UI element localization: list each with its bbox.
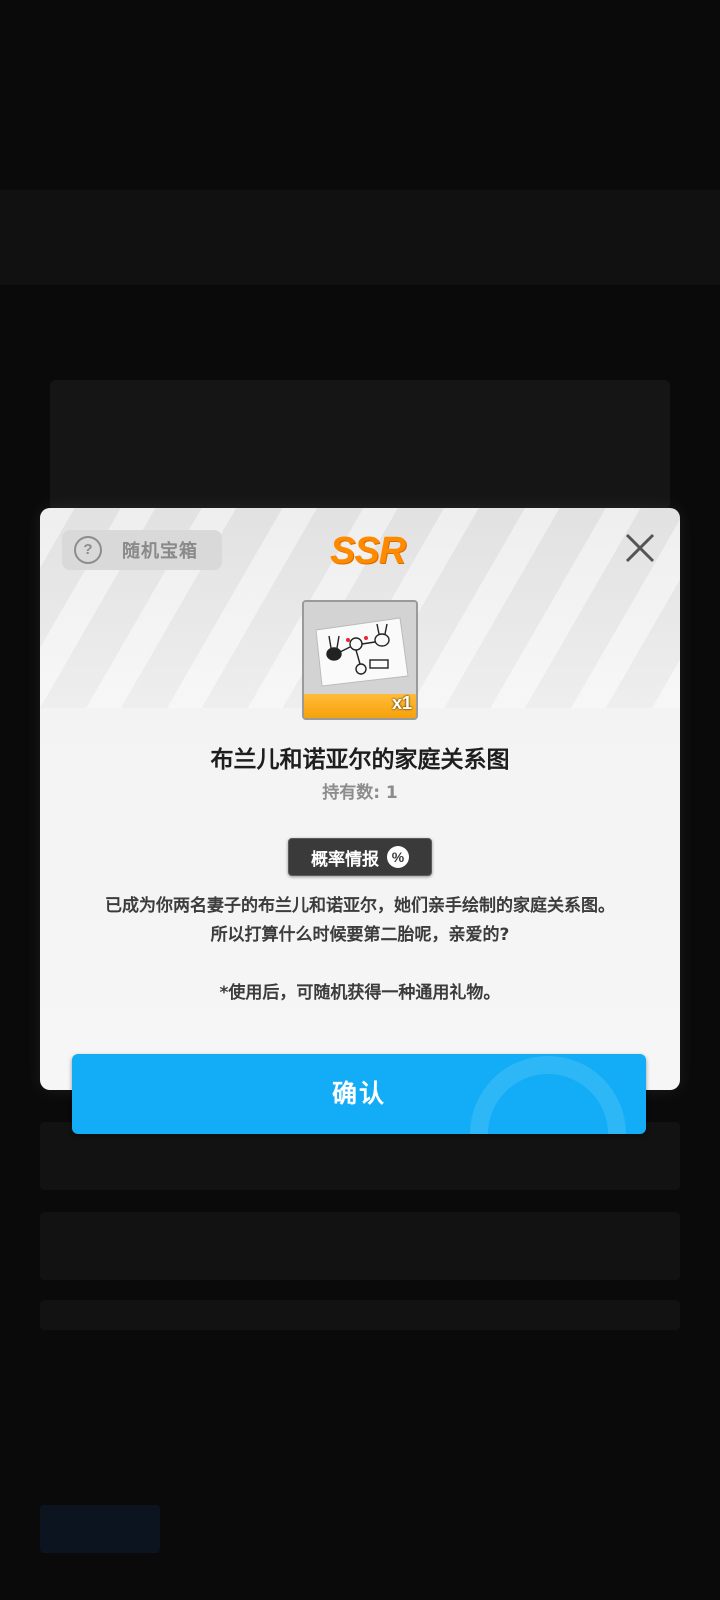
rarity-label: SSR — [330, 530, 406, 572]
background-top-bar — [0, 190, 720, 285]
owned-count: 持有数: 1 — [322, 783, 398, 803]
background-row — [40, 1300, 680, 1330]
family-drawing-image — [304, 602, 416, 694]
confirm-label: 确认 — [331, 1079, 386, 1108]
close-button[interactable] — [620, 528, 660, 568]
confirm-button[interactable]: 确认 — [72, 1054, 646, 1134]
item-icon-card: x1 — [302, 600, 418, 720]
percent-icon: % — [387, 846, 409, 868]
background-banner — [50, 380, 670, 510]
description-line: 已成为你两名妻子的布兰儿和诺亚尔，她们亲手绘制的家庭关系图。 — [105, 896, 615, 916]
probability-info-button[interactable]: 概率情报 % — [288, 838, 432, 876]
question-circle-icon: ? — [74, 536, 102, 564]
description-line: 所以打算什么时候要第二胎呢，亲爱的? — [210, 925, 510, 945]
background-bottom-button — [40, 1505, 160, 1553]
usage-note: *使用后，可随机获得一种通用礼物。 — [219, 983, 501, 1003]
probability-info-label: 概率情报 — [311, 849, 379, 870]
screen: ? 随机宝箱 SSR x1 布兰儿和诺亚尔的家庭关系图 持有数: 1 概率情报 … — [0, 0, 720, 1600]
close-icon — [625, 533, 655, 563]
category-label: 随机宝箱 — [122, 541, 198, 562]
item-artwork — [304, 602, 416, 694]
item-quantity: x1 — [391, 693, 412, 713]
background-row — [40, 1212, 680, 1280]
item-description: 已成为你两名妻子的布兰儿和诺亚尔，她们亲手绘制的家庭关系图。 所以打算什么时候要… — [60, 892, 660, 950]
item-detail-dialog: ? 随机宝箱 SSR x1 布兰儿和诺亚尔的家庭关系图 持有数: 1 概率情报 … — [40, 508, 680, 1090]
item-name: 布兰儿和诺亚尔的家庭关系图 — [210, 747, 510, 773]
category-badge: ? 随机宝箱 — [62, 530, 222, 570]
